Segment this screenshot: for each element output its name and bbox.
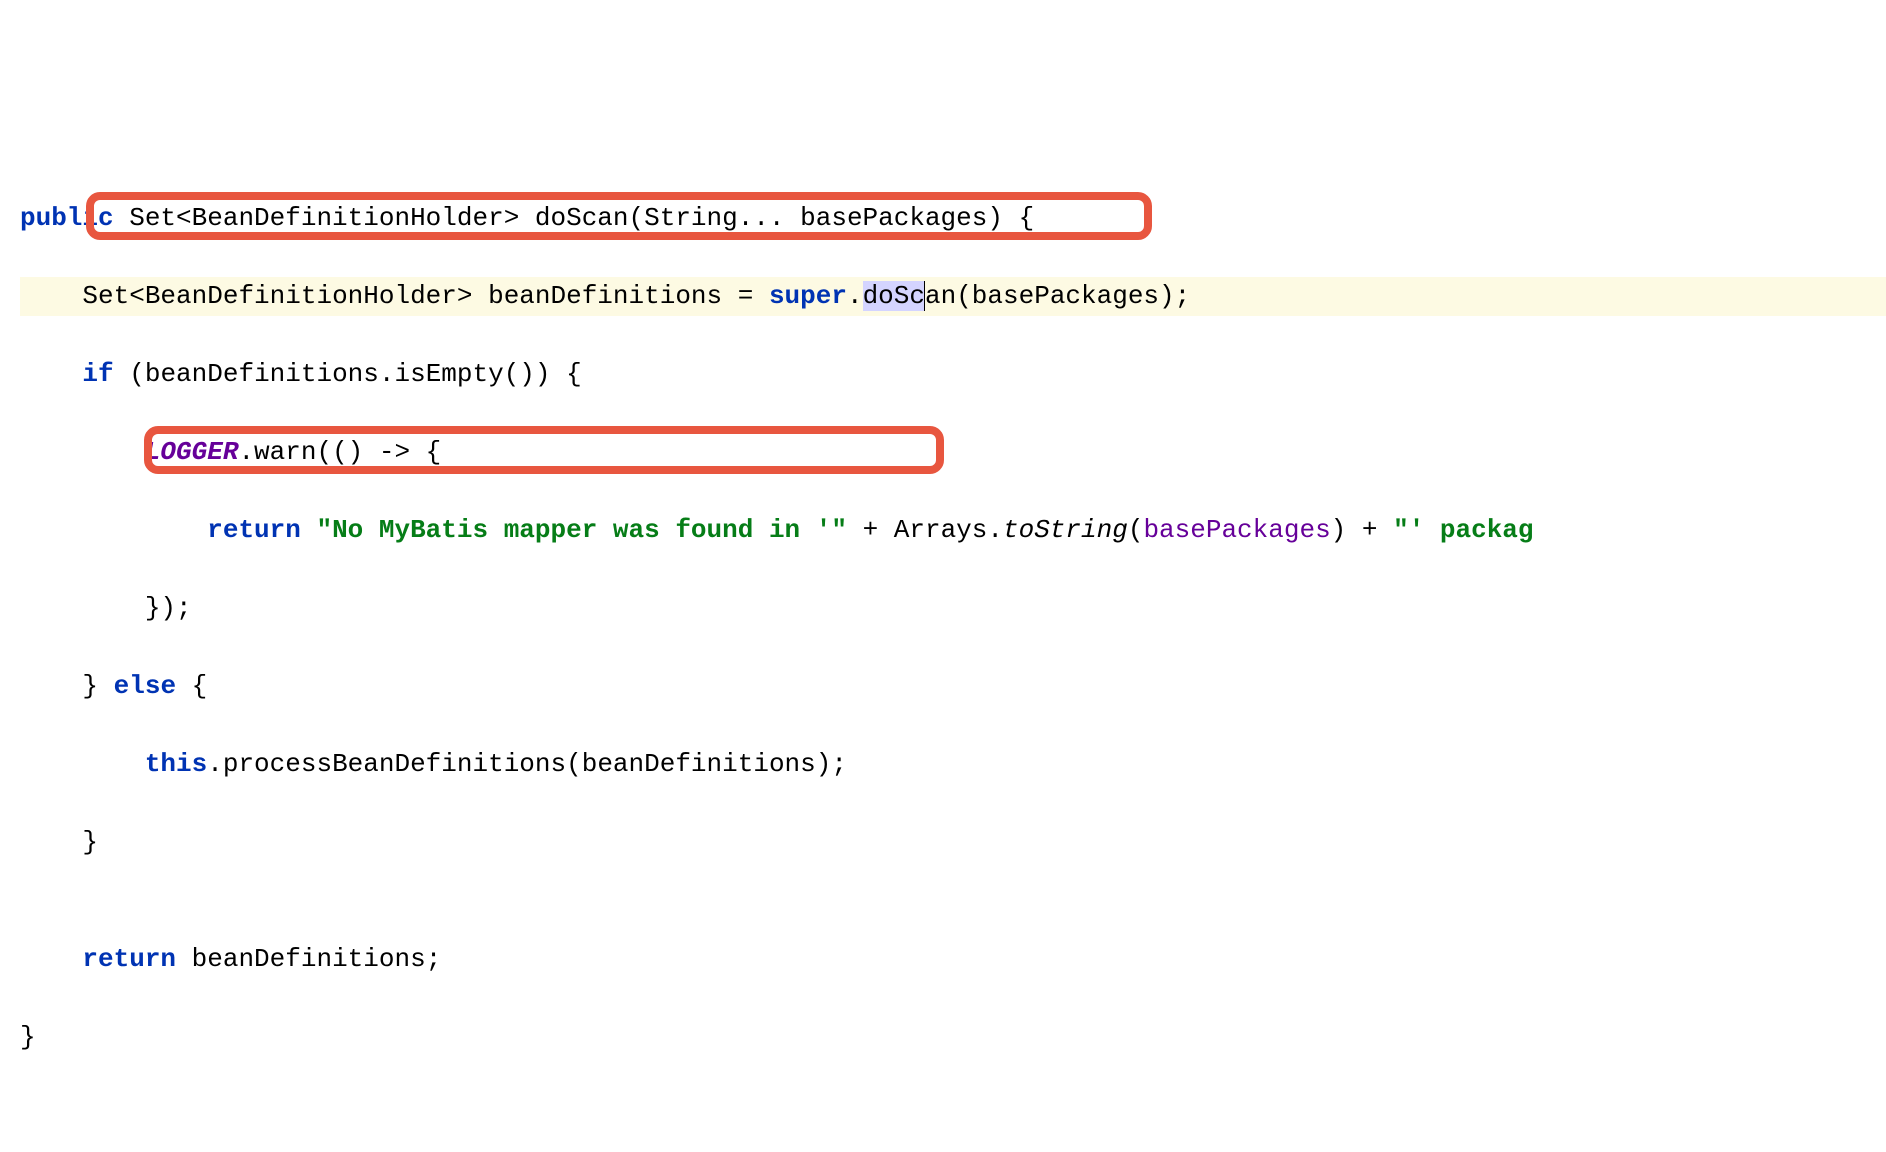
code-line: this.processBeanDefinitions(beanDefiniti… [20,745,1886,784]
code-line: }); [20,589,1886,628]
keyword-public: public [20,203,114,233]
code-line: public Set<BeanDefinitionHolder> doScan(… [20,199,1886,238]
method-args: (basePackages); [956,281,1190,311]
code-line: return "No MyBatis mapper was found in '… [20,511,1886,550]
if-condition: (beanDefinitions.isEmpty()) { [114,359,582,389]
static-method-call: toString [1003,515,1128,545]
keyword-super: super [769,281,847,311]
string-literal: "' packag [1393,515,1533,545]
keyword-if: if [82,359,113,389]
code-block: public Set<BeanDefinitionHolder> doScan(… [20,160,1886,1152]
code-line: } else { [20,667,1886,706]
code-line: } [20,823,1886,862]
selected-text: doSc [863,281,925,311]
variable-declaration: Set<BeanDefinitionHolder> beanDefinition… [82,281,769,311]
keyword-return: return [82,944,176,974]
logger-ref: LOGGER [145,437,239,467]
code-line: } [20,1018,1886,1057]
keyword-this: this [145,749,207,779]
code-line: if (beanDefinitions.isEmpty()) { [20,355,1886,394]
string-literal: "No MyBatis mapper was found in '" [316,515,847,545]
code-line-highlighted: Set<BeanDefinitionHolder> beanDefinition… [20,277,1886,316]
close-brace: }); [145,593,192,623]
return-value: beanDefinitions; [176,944,441,974]
warn-call: .warn(() -> { [238,437,441,467]
close-brace: } [82,827,98,857]
code-line: LOGGER.warn(() -> { [20,433,1886,472]
keyword-else: else [114,671,176,701]
keyword-return: return [207,515,301,545]
parameter-ref: basePackages [1143,515,1330,545]
method-signature: Set<BeanDefinitionHolder> doScan(String.… [114,203,1035,233]
method-call: .processBeanDefinitions(beanDefinitions)… [207,749,847,779]
close-brace: } [20,1022,36,1052]
code-line: return beanDefinitions; [20,940,1886,979]
